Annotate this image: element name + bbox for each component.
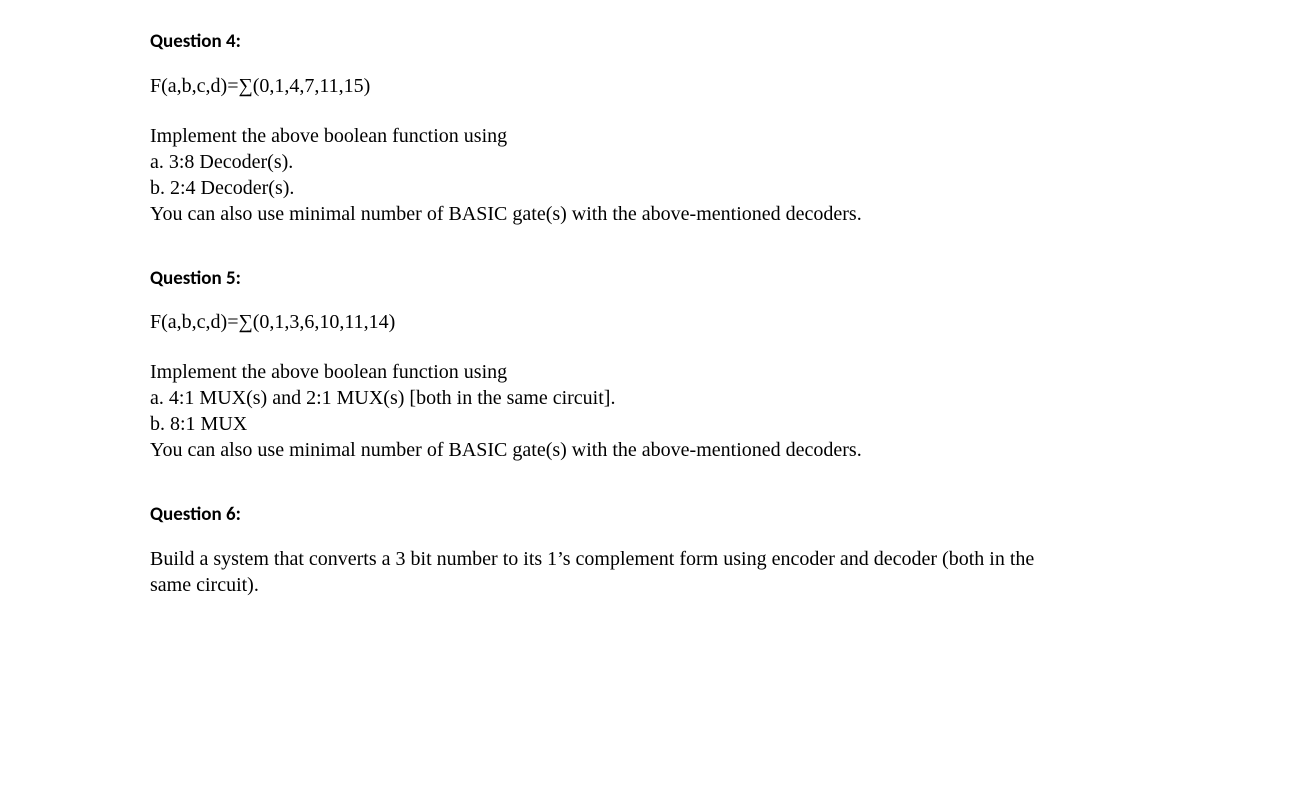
question-intro: Implement the above boolean function usi… <box>150 123 1050 149</box>
question-intro: Implement the above boolean function usi… <box>150 359 1050 385</box>
question-equation: F(a,b,c,d)=∑(0,1,4,7,11,15) <box>150 73 1050 99</box>
question-note: You can also use minimal number of BASIC… <box>150 201 1050 227</box>
question-body: Implement the above boolean function usi… <box>150 359 1050 463</box>
question-6-block: Question 6: Build a system that converts… <box>150 503 1050 598</box>
question-heading: Question 4: <box>150 30 1050 55</box>
question-equation: F(a,b,c,d)=∑(0,1,3,6,10,11,14) <box>150 309 1050 335</box>
question-heading: Question 5: <box>150 267 1050 292</box>
question-heading: Question 6: <box>150 503 1050 528</box>
question-part-b: b. 8:1 MUX <box>150 411 1050 437</box>
question-body: Build a system that converts a 3 bit num… <box>150 546 1050 598</box>
question-body: Implement the above boolean function usi… <box>150 123 1050 227</box>
question-4-block: Question 4: F(a,b,c,d)=∑(0,1,4,7,11,15) … <box>150 30 1050 227</box>
question-note: You can also use minimal number of BASIC… <box>150 437 1050 463</box>
question-part-a: a. 3:8 Decoder(s). <box>150 149 1050 175</box>
question-5-block: Question 5: F(a,b,c,d)=∑(0,1,3,6,10,11,1… <box>150 267 1050 464</box>
question-part-a: a. 4:1 MUX(s) and 2:1 MUX(s) [both in th… <box>150 385 1050 411</box>
question-part-b: b. 2:4 Decoder(s). <box>150 175 1050 201</box>
question-note: Build a system that converts a 3 bit num… <box>150 546 1050 598</box>
